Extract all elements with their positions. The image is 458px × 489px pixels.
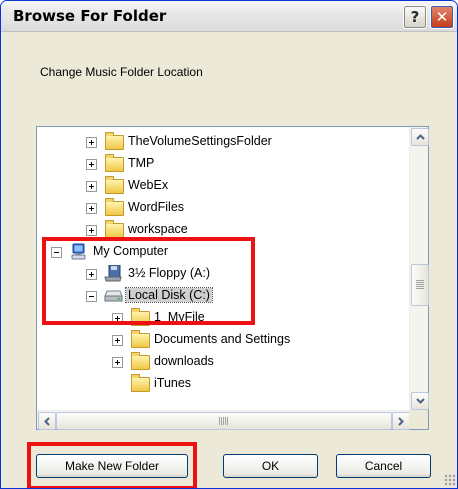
floppy-drive-icon (104, 265, 122, 282)
browse-for-folder-dialog: Browse For Folder ? ✕ Change Music Folde… (0, 0, 458, 489)
window-title: Browse For Folder (13, 7, 167, 25)
expand-plus-icon[interactable] (112, 335, 123, 346)
collapse-minus-icon[interactable] (86, 291, 97, 302)
ok-button[interactable]: OK (223, 454, 318, 478)
help-icon: ? (410, 8, 420, 26)
expand-plus-icon[interactable] (86, 269, 97, 280)
tree-item[interactable]: iTunes (37, 374, 409, 394)
tree-item-local-disk[interactable]: Local Disk (C:) (37, 286, 409, 306)
chevron-down-icon (415, 398, 425, 404)
close-button[interactable]: ✕ (430, 5, 454, 29)
folder-icon (105, 154, 124, 172)
tree-item-label: Local Disk (C:) (125, 287, 213, 303)
chevron-left-icon (44, 416, 50, 426)
folder-icon (105, 220, 124, 238)
tree-item[interactable]: TheVolumeSettingsFolder (37, 132, 409, 152)
tree-item-label: iTunes (154, 376, 192, 390)
vertical-scroll-thumb[interactable] (411, 264, 429, 306)
scroll-left-button[interactable] (38, 412, 56, 430)
scroll-right-button[interactable] (392, 412, 410, 430)
tree-item[interactable]: TMP (37, 154, 409, 174)
horizontal-scroll-thumb[interactable] (56, 412, 392, 430)
expand-plus-icon[interactable] (112, 357, 123, 368)
grip-icon (219, 417, 228, 425)
tree-item-label: TheVolumeSettingsFolder (128, 134, 272, 148)
tree-item[interactable]: downloads (37, 352, 409, 372)
folder-icon (131, 352, 150, 370)
cancel-label: Cancel (364, 459, 403, 473)
collapse-minus-icon[interactable] (51, 247, 62, 258)
help-button[interactable]: ? (403, 5, 427, 29)
computer-icon (71, 243, 86, 260)
resize-grip-icon[interactable] (444, 474, 456, 486)
expand-plus-icon[interactable] (86, 225, 97, 236)
folder-icon (105, 198, 124, 216)
expand-plus-icon[interactable] (86, 159, 97, 170)
folder-icon (131, 330, 150, 348)
folder-icon (131, 308, 150, 326)
grip-icon (416, 280, 424, 289)
tree-item[interactable]: WordFiles (37, 198, 409, 218)
expand-plus-icon[interactable] (86, 137, 97, 148)
tree-item-label: Documents and Settings (154, 332, 291, 346)
tree-item-label: workspace (128, 222, 188, 236)
tree-items: TheVolumeSettingsFolder TMP WebEx WordFi… (37, 127, 409, 410)
tree-item-label: downloads (154, 354, 214, 368)
close-icon: ✕ (435, 8, 449, 26)
folder-tree[interactable]: TheVolumeSettingsFolder TMP WebEx WordFi… (36, 126, 429, 430)
chevron-up-icon (415, 134, 425, 140)
tree-item-label: WordFiles (128, 200, 185, 214)
tree-item-my-computer[interactable]: My Computer (37, 242, 409, 262)
title-bar[interactable]: Browse For Folder ? ✕ (1, 1, 457, 32)
tree-item-label: WebEx (128, 178, 169, 192)
ok-label: OK (261, 459, 280, 473)
expand-plus-icon[interactable] (86, 181, 97, 192)
hard-disk-icon (104, 290, 123, 302)
vertical-scrollbar[interactable] (409, 127, 429, 410)
expand-plus-icon[interactable] (86, 203, 97, 214)
instruction-text: Change Music Folder Location (40, 65, 203, 79)
tree-item[interactable]: 1_MyFile (37, 308, 409, 328)
tree-item-label: TMP (128, 156, 155, 170)
scroll-up-button[interactable] (411, 128, 429, 146)
folder-icon (105, 176, 124, 194)
tree-item[interactable]: Documents and Settings (37, 330, 409, 350)
tree-item[interactable]: workspace (37, 220, 409, 240)
chevron-right-icon (398, 416, 404, 426)
tree-item-label: 3½ Floppy (A:) (128, 266, 210, 280)
scrollbar-corner (409, 410, 428, 429)
cancel-button[interactable]: Cancel (336, 454, 431, 478)
make-new-folder-button[interactable]: Make New Folder (36, 454, 188, 478)
tree-item-label: My Computer (93, 244, 169, 258)
tree-item-floppy[interactable]: 3½ Floppy (A:) (37, 264, 409, 284)
folder-icon (131, 374, 150, 392)
make-new-folder-label: Make New Folder (64, 459, 160, 473)
tree-item-label: 1_MyFile (154, 310, 205, 324)
folder-icon (105, 132, 124, 150)
tree-item[interactable]: WebEx (37, 176, 409, 196)
expand-plus-icon[interactable] (112, 313, 123, 324)
horizontal-scrollbar[interactable] (37, 410, 410, 430)
scroll-down-button[interactable] (411, 392, 429, 410)
